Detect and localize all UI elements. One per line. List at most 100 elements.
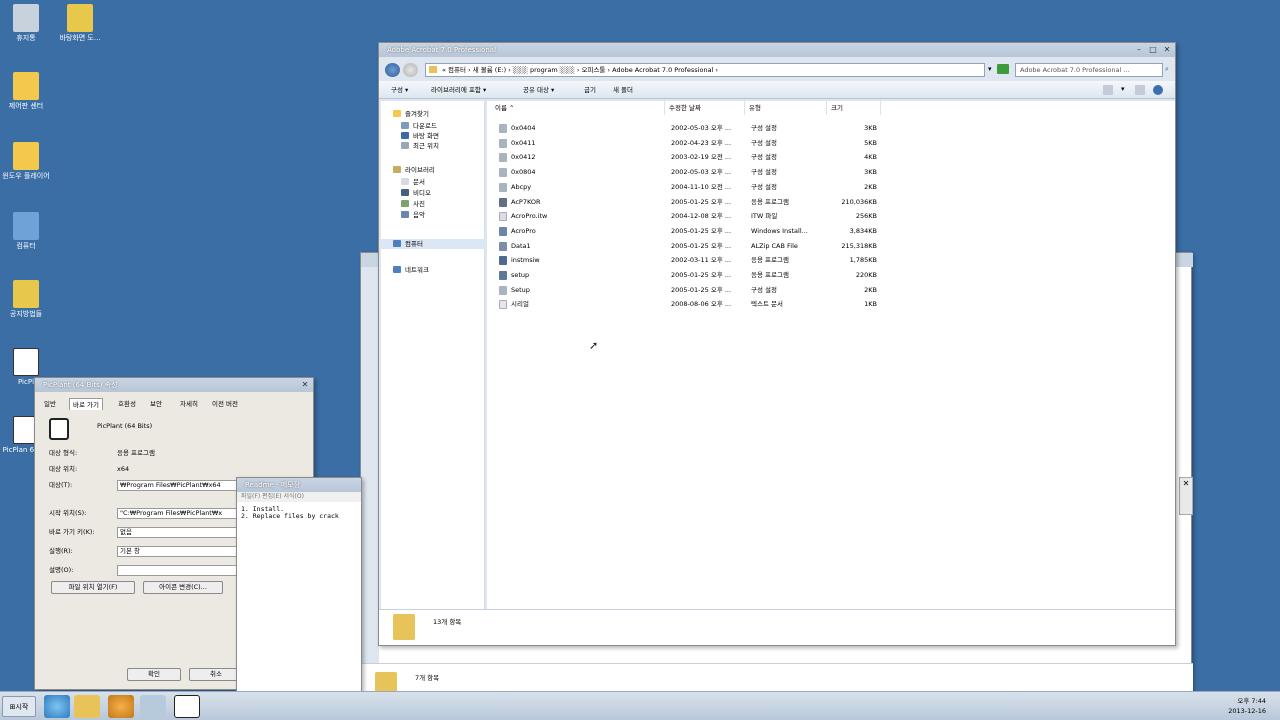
toolbar-burn[interactable]: 굽기 xyxy=(584,84,596,96)
tab-shortcut[interactable]: 바로 가기 xyxy=(69,398,103,410)
change-icon-button[interactable]: 아이콘 변경(C)... xyxy=(143,581,223,594)
library-icon xyxy=(393,166,401,173)
close-icon[interactable]: ✕ xyxy=(1179,477,1193,491)
tab-compatibility[interactable]: 호환성 xyxy=(115,398,139,410)
search-input[interactable]: Adobe Acrobat 7.0 Professional ... xyxy=(1015,63,1163,77)
file-row[interactable]: 0x0412 2003-02-19 오전 ... 구성 설정 4KB xyxy=(487,150,907,164)
picplant-taskbar-icon[interactable] xyxy=(174,695,200,718)
nav-favorites[interactable]: 즐겨찾기 xyxy=(393,109,429,119)
file-row[interactable]: Setup 2005-01-25 오후 ... 구성 설정 2KB xyxy=(487,283,907,297)
nav-item-pictures[interactable]: 사진 xyxy=(401,199,425,209)
run-select[interactable]: 기본 창 xyxy=(117,546,237,557)
notepad-menubar[interactable]: 파일(F) 편집(E) 서식(O) xyxy=(237,492,361,502)
readme-notepad-window[interactable]: Readme - 메모장 파일(F) 편집(E) 서식(O) 1. Instal… xyxy=(236,477,362,720)
refresh-icon[interactable] xyxy=(997,64,1009,74)
file-row[interactable]: AcroPro 2005-01-25 오후 ... Windows Instal… xyxy=(487,224,907,238)
open-file-location-button[interactable]: 파일 위치 열기(F) xyxy=(51,581,135,594)
app-icon xyxy=(13,142,39,170)
file-row[interactable]: Data1 2005-01-25 오후 ... ALZip CAB File 2… xyxy=(487,239,907,253)
desktop-icon-recycle-bin[interactable]: 휴지통 xyxy=(0,4,52,42)
explorer-titlebar[interactable]: Adobe Acrobat 7.0 Professional – □ ✕ xyxy=(379,43,1175,57)
nav-item-documents[interactable]: 문서 xyxy=(401,177,425,187)
tab-previous-versions[interactable]: 이전 버전 xyxy=(209,398,241,410)
toolbar-organize[interactable]: 구성 ▾ xyxy=(391,84,408,96)
help-icon[interactable] xyxy=(1153,85,1163,95)
address-bar[interactable]: « 컴퓨터 › 새 볼륨 (E:) › ░░░ program ░░░ › 오피… xyxy=(425,63,985,77)
properties-titlebar[interactable]: PicPlant (64 Bits) 속성 ✕ xyxy=(35,378,313,392)
internet-explorer-icon[interactable] xyxy=(44,695,70,718)
desktop-icon-folder[interactable]: 공지방법들 xyxy=(0,280,52,318)
comment-field[interactable] xyxy=(117,565,237,576)
file-row[interactable]: AcP7KOR 2005-01-25 오후 ... 응용 프로그램 210,03… xyxy=(487,195,907,209)
desktop-icon-control-center[interactable]: 제어판 센터 xyxy=(0,72,52,110)
close-icon[interactable]: ✕ xyxy=(1161,44,1173,55)
start-in-field[interactable]: "C:₩Program Files₩PicPlant₩x xyxy=(117,508,237,519)
picplant-icon xyxy=(49,418,69,440)
file-date: 2005-01-25 오후 ... xyxy=(671,285,732,294)
ok-button[interactable]: 확인 xyxy=(127,668,181,681)
clock[interactable]: 오후 7:44 2013-12-16 xyxy=(1228,696,1266,716)
file-name: 0x0404 xyxy=(511,124,536,132)
file-size: 1,785KB xyxy=(849,256,877,265)
view-dropdown-icon[interactable]: ▾ xyxy=(1121,85,1125,93)
file-size: 256KB xyxy=(855,212,877,221)
desktop-icon-computer[interactable]: 컴퓨터 xyxy=(0,212,52,250)
search-icon[interactable]: ⌕ xyxy=(1165,65,1169,74)
app-taskbar-icon[interactable] xyxy=(140,695,166,718)
tab-security[interactable]: 보안 xyxy=(147,398,165,410)
file-row[interactable]: AcroPro.itw 2004-12-08 오후 ... ITW 파일 256… xyxy=(487,209,907,223)
nav-network[interactable]: 네트워크 xyxy=(393,265,429,275)
file-row[interactable]: 시리얼 2008-08-06 오후 ... 텍스트 문서 1KB xyxy=(487,297,907,311)
desktop-icon-shortcut[interactable]: 바탕화면 도... xyxy=(54,4,106,42)
view-options-icon[interactable] xyxy=(1103,85,1113,95)
toolbar-share[interactable]: 공유 대상 ▾ xyxy=(523,84,554,96)
nav-item-downloads[interactable]: 다운로드 xyxy=(401,121,437,131)
nav-item-music[interactable]: 음악 xyxy=(401,210,425,220)
acrobat-folder-window[interactable]: Adobe Acrobat 7.0 Professional – □ ✕ « 컴… xyxy=(378,42,1176,646)
network-icon xyxy=(393,266,401,273)
tab-general[interactable]: 일반 xyxy=(41,398,59,410)
column-header-name[interactable]: 이름 ⌃ xyxy=(491,101,665,115)
target-location-label: 대상 위치: xyxy=(49,465,78,473)
shortcut-key-field[interactable]: 없음 xyxy=(117,527,237,538)
toolbar-new-folder[interactable]: 새 폴더 xyxy=(613,84,633,96)
file-row[interactable]: 0x0804 2002-05-03 오후 ... 구성 설정 3KB xyxy=(487,165,907,179)
toolbar-include-library[interactable]: 라이브러리에 포함 ▾ xyxy=(431,84,486,96)
media-player-icon[interactable] xyxy=(108,695,134,718)
nav-item-recent[interactable]: 최근 위치 xyxy=(401,141,439,151)
minimize-icon[interactable]: – xyxy=(1133,44,1145,55)
maximize-icon[interactable]: □ xyxy=(1147,44,1159,55)
nav-item-videos[interactable]: 비디오 xyxy=(401,188,431,198)
back-icon[interactable] xyxy=(385,63,400,77)
notepad-titlebar[interactable]: Readme - 메모장 xyxy=(237,478,361,492)
start-button[interactable]: ⊞시작 xyxy=(2,696,36,717)
desktop-icon-label: 휴지통 xyxy=(16,34,36,42)
desktop-icon-player[interactable]: 윈도우 플레이어 xyxy=(0,142,52,180)
nav-libraries[interactable]: 라이브러리 xyxy=(393,165,435,175)
column-header-date[interactable]: 수정한 날짜 xyxy=(665,101,745,115)
videos-icon xyxy=(401,189,409,196)
cancel-button[interactable]: 취소 xyxy=(189,668,243,681)
column-header-size[interactable]: 크기 xyxy=(827,101,881,115)
close-icon[interactable]: ✕ xyxy=(299,379,311,390)
nav-computer[interactable]: 컴퓨터 xyxy=(393,239,423,249)
file-row[interactable]: Abcpy 2004-11-10 오전 ... 구성 설정 2KB xyxy=(487,180,907,194)
nav-item-desktop[interactable]: 바탕 화면 xyxy=(401,131,439,141)
tab-details[interactable]: 자세히 xyxy=(177,398,201,410)
explorer-taskbar-icon[interactable] xyxy=(74,695,100,718)
column-header-type[interactable]: 유형 xyxy=(745,101,827,115)
file-row[interactable]: setup 2005-01-25 오후 ... 응용 프로그램 220KB xyxy=(487,268,907,282)
taskbar: ⊞시작 오후 7:44 2013-12-16 xyxy=(0,691,1280,720)
forward-icon[interactable] xyxy=(403,63,418,77)
file-row[interactable]: 0x0404 2002-05-03 오후 ... 구성 설정 3KB xyxy=(487,121,907,135)
address-dropdown-icon[interactable]: ▾ xyxy=(988,65,992,73)
notepad-text-area[interactable]: 1. Install. 2. Replace files by crack xyxy=(241,506,339,520)
target-field[interactable]: ₩Program Files₩PicPlant₩x64 xyxy=(117,480,237,491)
file-date: 2002-03-11 오후 ... xyxy=(671,256,732,265)
file-row[interactable]: 0x0411 2002-04-23 오후 ... 구성 설정 5KB xyxy=(487,136,907,150)
preview-pane-icon[interactable] xyxy=(1135,85,1145,95)
desktop-icon-label: 제어판 센터 xyxy=(8,102,44,110)
file-row[interactable]: instmsiw 2002-03-11 오후 ... 응용 프로그램 1,785… xyxy=(487,253,907,267)
file-type: 구성 설정 xyxy=(751,182,777,191)
recent-places-icon xyxy=(401,142,409,149)
